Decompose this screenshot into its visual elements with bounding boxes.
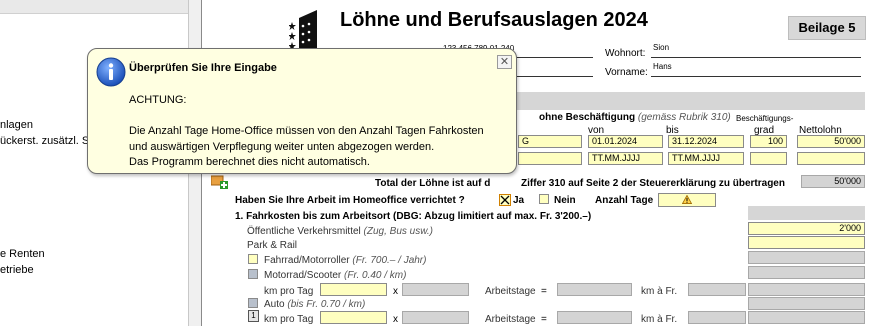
motorrad-checkbox[interactable] — [248, 269, 258, 279]
oev-label: Öffentliche Verkehrsmittel (Zug, Bus usw… — [247, 226, 434, 237]
oev-amount-field[interactable]: 2'000 — [748, 222, 865, 235]
wohnort-value[interactable]: Sion — [653, 43, 669, 52]
document-title: Löhne und Berufsauslagen 2024 — [340, 9, 648, 31]
nettolohn-field-2[interactable] — [797, 152, 865, 165]
tooltip-title: Überprüfen Sie Ihre Eingabe — [129, 62, 277, 74]
motorrad-amount-field — [748, 266, 865, 279]
grad-field-1[interactable]: 100 — [750, 135, 787, 148]
auto-equals-sign: = — [541, 314, 547, 325]
check-mark-icon — [500, 195, 510, 205]
motorrad-label: Motorrad/Scooter (Fr. 0.40 / km) — [264, 270, 407, 281]
motorrad-km-a-fr-label: km à Fr. — [641, 286, 678, 297]
validation-tooltip: Überprüfen Sie Ihre Eingabe ✕ ACHTUNG: D… — [87, 48, 517, 174]
grad-header-line1: Beschäftigungs- — [736, 114, 794, 123]
auto-checkbox[interactable] — [248, 298, 258, 308]
auto-arbeitstage-label: Arbeitstage — [485, 314, 536, 325]
motorrad-equals-sign: = — [541, 286, 547, 297]
motorrad-arbeitstage-label: Arbeitstage — [485, 286, 536, 297]
motorrad-times-sign: x — [393, 286, 398, 297]
motorrad-km-field[interactable] — [320, 283, 387, 296]
auto-km-field[interactable] — [320, 311, 387, 324]
fahrkosten-title: 1. Fahrkosten bis zum Arbeitsort (DBG: A… — [235, 211, 592, 222]
section-lohn-title: ohne Beschäftigung (gemäss Rubrik 310) — [539, 112, 731, 123]
motorrad-rate — [688, 283, 746, 296]
auto-km-amount — [748, 311, 865, 324]
tooltip-heading: ACHTUNG: — [129, 94, 187, 106]
fahrrad-amount-field — [748, 251, 865, 264]
total-label-suffix: Ziffer 310 auf Seite 2 der Steuererkläru… — [521, 178, 785, 189]
amount-column-header — [748, 206, 865, 220]
total-loehne-value: 50'000 — [801, 175, 865, 188]
auto-vehicle-count[interactable]: 1 — [248, 310, 259, 322]
wohnort-underline — [651, 57, 861, 58]
fahrrad-label: Fahrrad/Motorroller (Fr. 700.– / Jahr) — [264, 255, 427, 266]
nav-item-rueckerstattung[interactable]: ückerst. zusätzl. St — [0, 135, 92, 147]
park-rail-amount-field[interactable] — [748, 236, 865, 249]
bis-field-1[interactable]: 31.12.2024 — [668, 135, 744, 148]
grad-field-2[interactable] — [750, 152, 787, 165]
homeoffice-nein-label: Nein — [554, 195, 576, 206]
park-rail-label: Park & Rail — [247, 240, 298, 251]
arbeitgeber-field-2[interactable] — [518, 152, 582, 165]
homeoffice-question: Haben Sie Ihre Arbeit im Homeoffice verr… — [235, 195, 465, 206]
navigation-scroll-header — [0, 0, 190, 14]
anzahl-tage-label: Anzahl Tage — [595, 195, 654, 206]
nav-item-renten[interactable]: e Renten — [0, 248, 45, 260]
warning-icon — [681, 194, 693, 204]
homeoffice-ja-label: Ja — [513, 195, 525, 206]
add-row-icon[interactable] — [211, 173, 231, 189]
vorname-value[interactable]: Hans — [653, 62, 672, 71]
homeoffice-nein-checkbox[interactable] — [539, 194, 549, 204]
info-icon — [96, 57, 126, 87]
total-label-prefix: Total der Löhne ist auf d — [375, 178, 491, 189]
von-field-1[interactable]: 01.01.2024 — [588, 135, 663, 148]
wohnort-label: Wohnort: — [605, 48, 646, 59]
tooltip-message-line-1: Die Anzahl Tage Home-Office müssen von d… — [129, 125, 484, 137]
nettolohn-field-1[interactable]: 50'000 — [797, 135, 865, 148]
auto-label: Auto (bis Fr. 0.70 / km) — [264, 299, 366, 310]
auto-km-pro-tag-label: km pro Tag — [264, 314, 314, 325]
auto-amount-field — [748, 297, 865, 310]
bis-field-2[interactable]: TT.MM.JJJJ — [668, 152, 744, 165]
tooltip-message-line-3: Das Programm berechnet dies nicht automa… — [129, 156, 370, 168]
auto-km-a-fr-label: km à Fr. — [641, 314, 678, 325]
tooltip-close-button[interactable]: ✕ — [497, 55, 512, 69]
beilage-badge: Beilage 5 — [788, 16, 866, 40]
tooltip-message-line-2: und auswärtigen Verpflegung weiter unten… — [129, 141, 435, 153]
canton-valais-logo-icon — [289, 10, 317, 50]
motorrad-km-pro-tag-label: km pro Tag — [264, 286, 314, 297]
nav-item-anlagen[interactable]: nlagen — [0, 119, 33, 131]
fahrrad-checkbox[interactable] — [248, 254, 258, 264]
von-field-2[interactable]: TT.MM.JJJJ — [588, 152, 663, 165]
anzahl-tage-field[interactable] — [658, 193, 716, 207]
vorname-underline — [651, 76, 861, 77]
motorrad-total-km — [557, 283, 632, 296]
arbeitgeber-field-1[interactable]: G — [518, 135, 582, 148]
auto-days-calc — [402, 311, 469, 324]
auto-rate — [688, 311, 746, 324]
nav-item-betriebe[interactable]: etriebe — [0, 264, 34, 276]
motorrad-days-calc — [402, 283, 469, 296]
homeoffice-ja-checkbox[interactable] — [499, 194, 511, 206]
auto-total-km — [557, 311, 632, 324]
auto-times-sign: x — [393, 314, 398, 325]
vorname-label: Vorname: — [605, 67, 648, 78]
motorrad-km-amount — [748, 283, 865, 296]
